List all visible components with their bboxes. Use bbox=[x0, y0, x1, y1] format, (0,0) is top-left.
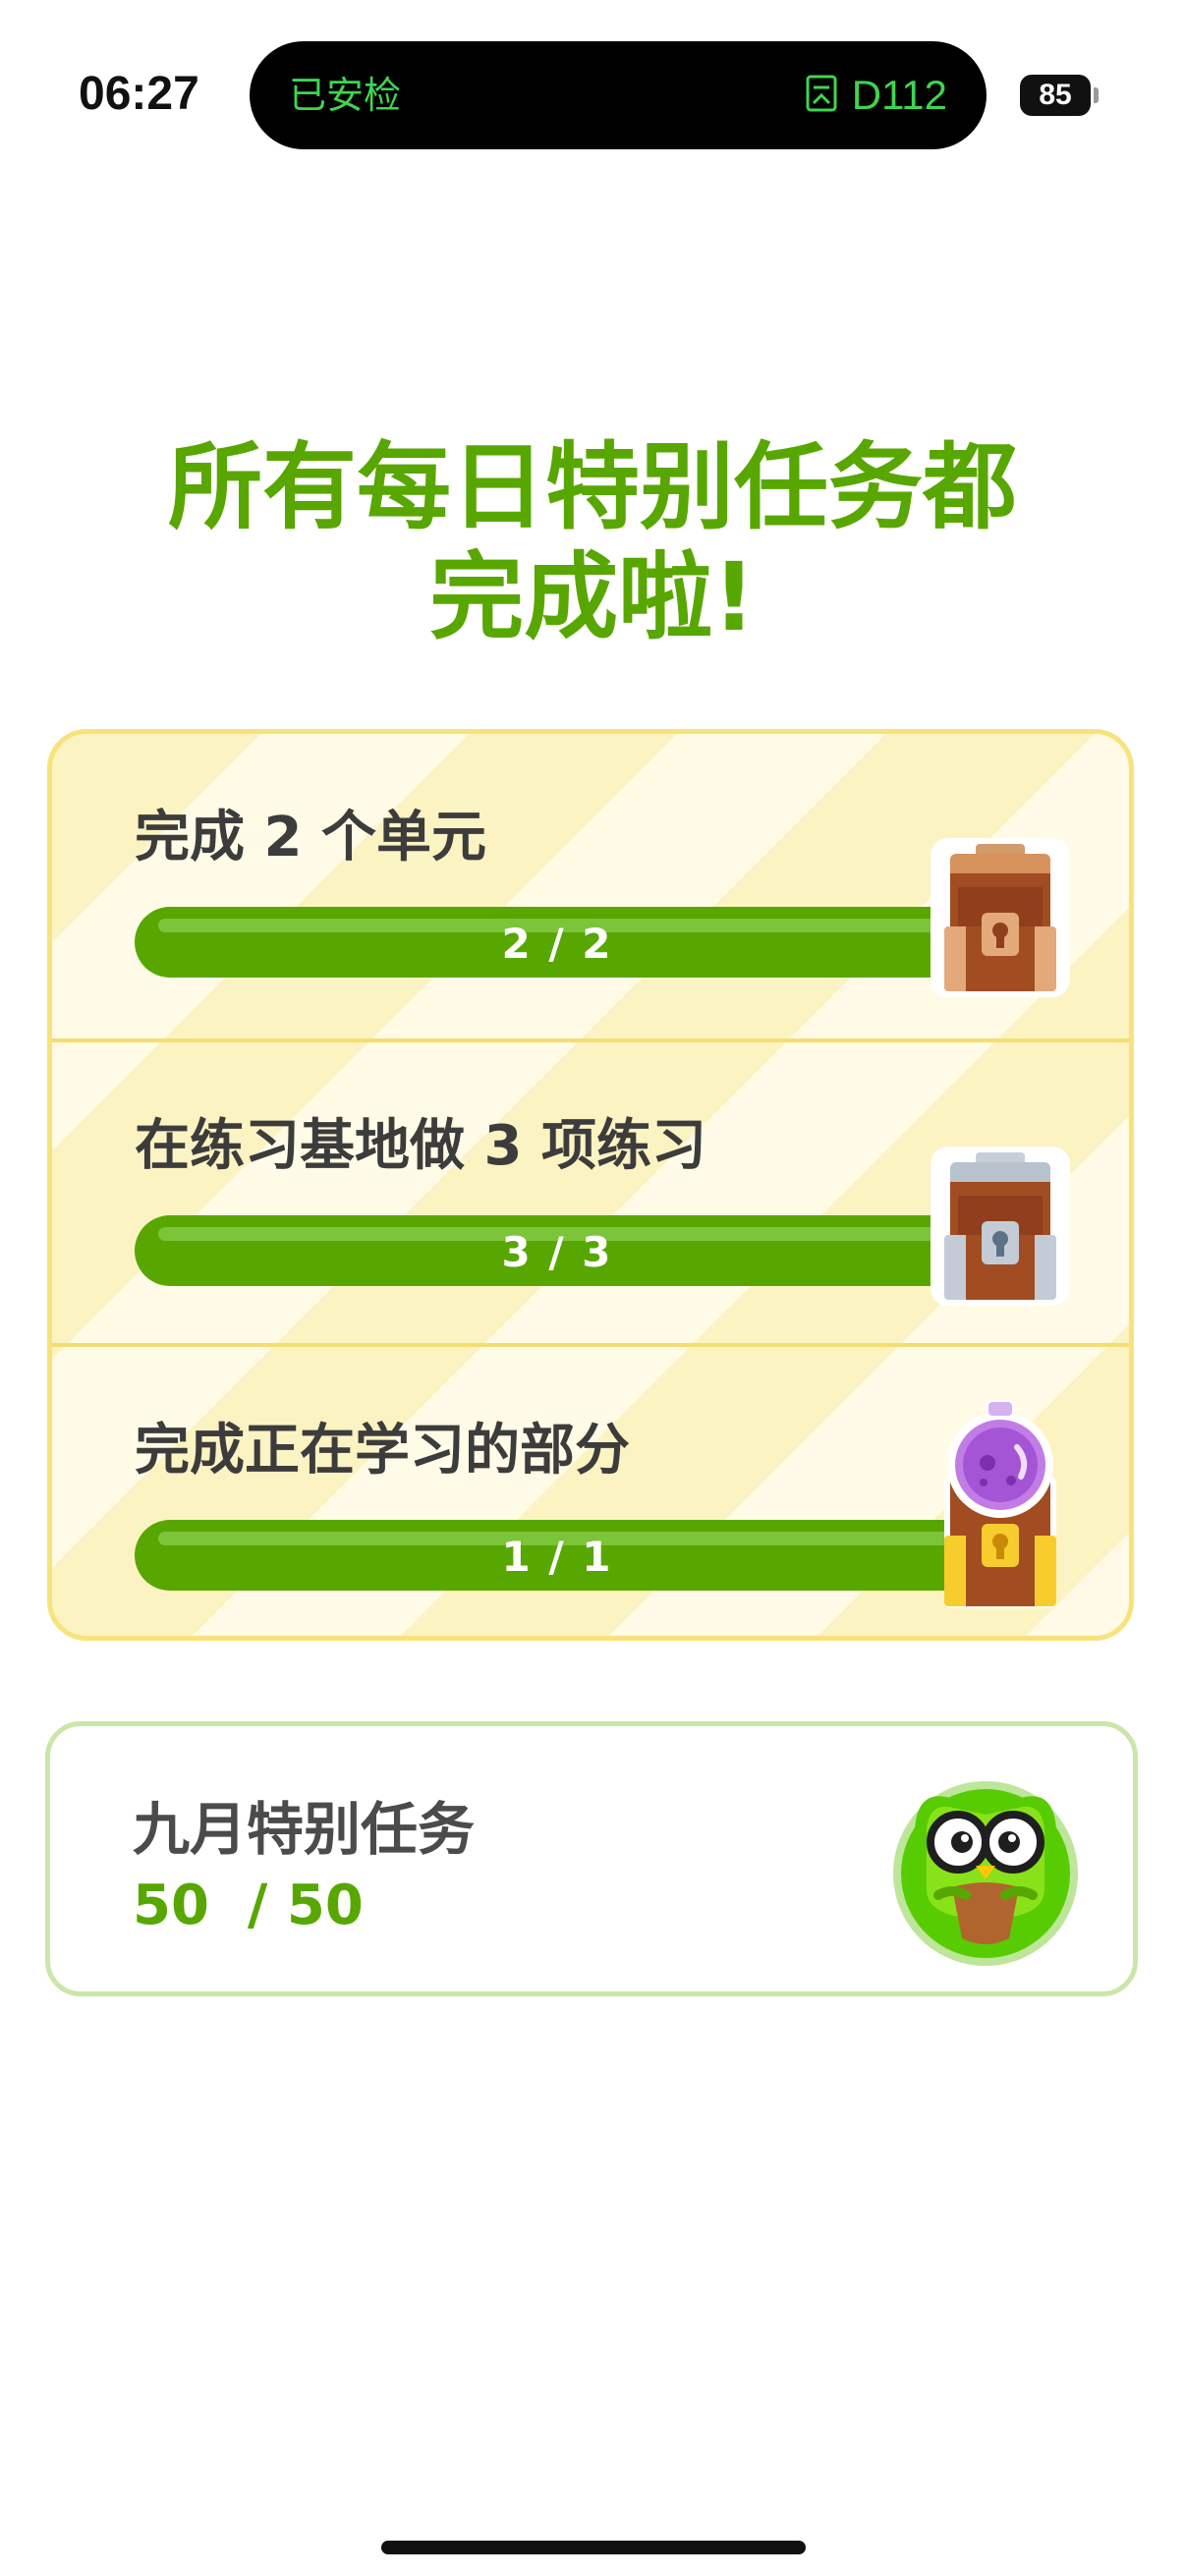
quest-row: 完成 2 个单元 2 / 2 bbox=[52, 734, 1129, 1038]
quest-title: 完成正在学习的部分 bbox=[135, 1419, 630, 1483]
page-title: 所有每日特别任务都 完成啦! bbox=[0, 432, 1185, 652]
status-time: 06:27 bbox=[79, 68, 199, 120]
monthly-challenge-card[interactable]: 九月特别任务 50 / 50 bbox=[45, 1721, 1138, 1996]
battery-indicator: 85 bbox=[1020, 75, 1091, 116]
owl-mascot-icon bbox=[887, 1771, 1084, 1968]
daily-quests-card: 完成 2 个单元 2 / 2 在练习基地做 3 项练习 3 / 3 完成正在学习… bbox=[47, 729, 1134, 1641]
quest-title: 完成 2 个单元 bbox=[135, 806, 486, 869]
chest-bronze-icon bbox=[927, 834, 1074, 1001]
quest-row: 在练习基地做 3 项练习 3 / 3 bbox=[52, 1038, 1129, 1343]
monthly-challenge-title: 九月特别任务 bbox=[133, 1796, 476, 1863]
battery-tip bbox=[1094, 87, 1099, 103]
quest-progress-bar: 2 / 2 bbox=[135, 907, 980, 978]
quest-progress-text: 1 / 1 bbox=[501, 1533, 613, 1581]
chest-silver-icon bbox=[927, 1143, 1074, 1310]
chest-gold-potion-icon bbox=[927, 1386, 1074, 1614]
quest-progress-text: 2 / 2 bbox=[501, 920, 613, 968]
dynamic-island: 已安检 D112 bbox=[250, 41, 987, 149]
quest-row: 完成正在学习的部分 1 / 1 bbox=[52, 1343, 1129, 1636]
island-ticket: D112 bbox=[805, 41, 947, 149]
monthly-challenge-progress: 50 / 50 bbox=[133, 1874, 364, 1937]
home-indicator[interactable] bbox=[381, 2541, 806, 2554]
page-title-line2: 完成啦! bbox=[429, 542, 756, 652]
quest-progress-bar: 1 / 1 bbox=[135, 1520, 980, 1591]
quest-progress-text: 3 / 3 bbox=[501, 1228, 613, 1276]
island-code: D112 bbox=[851, 72, 947, 118]
ticket-icon bbox=[805, 74, 838, 117]
quest-progress-bar: 3 / 3 bbox=[135, 1215, 980, 1286]
quest-title: 在练习基地做 3 项练习 bbox=[135, 1114, 706, 1178]
island-status-text: 已安检 bbox=[289, 74, 402, 117]
page-title-line1: 所有每日特别任务都 bbox=[168, 432, 1017, 542]
